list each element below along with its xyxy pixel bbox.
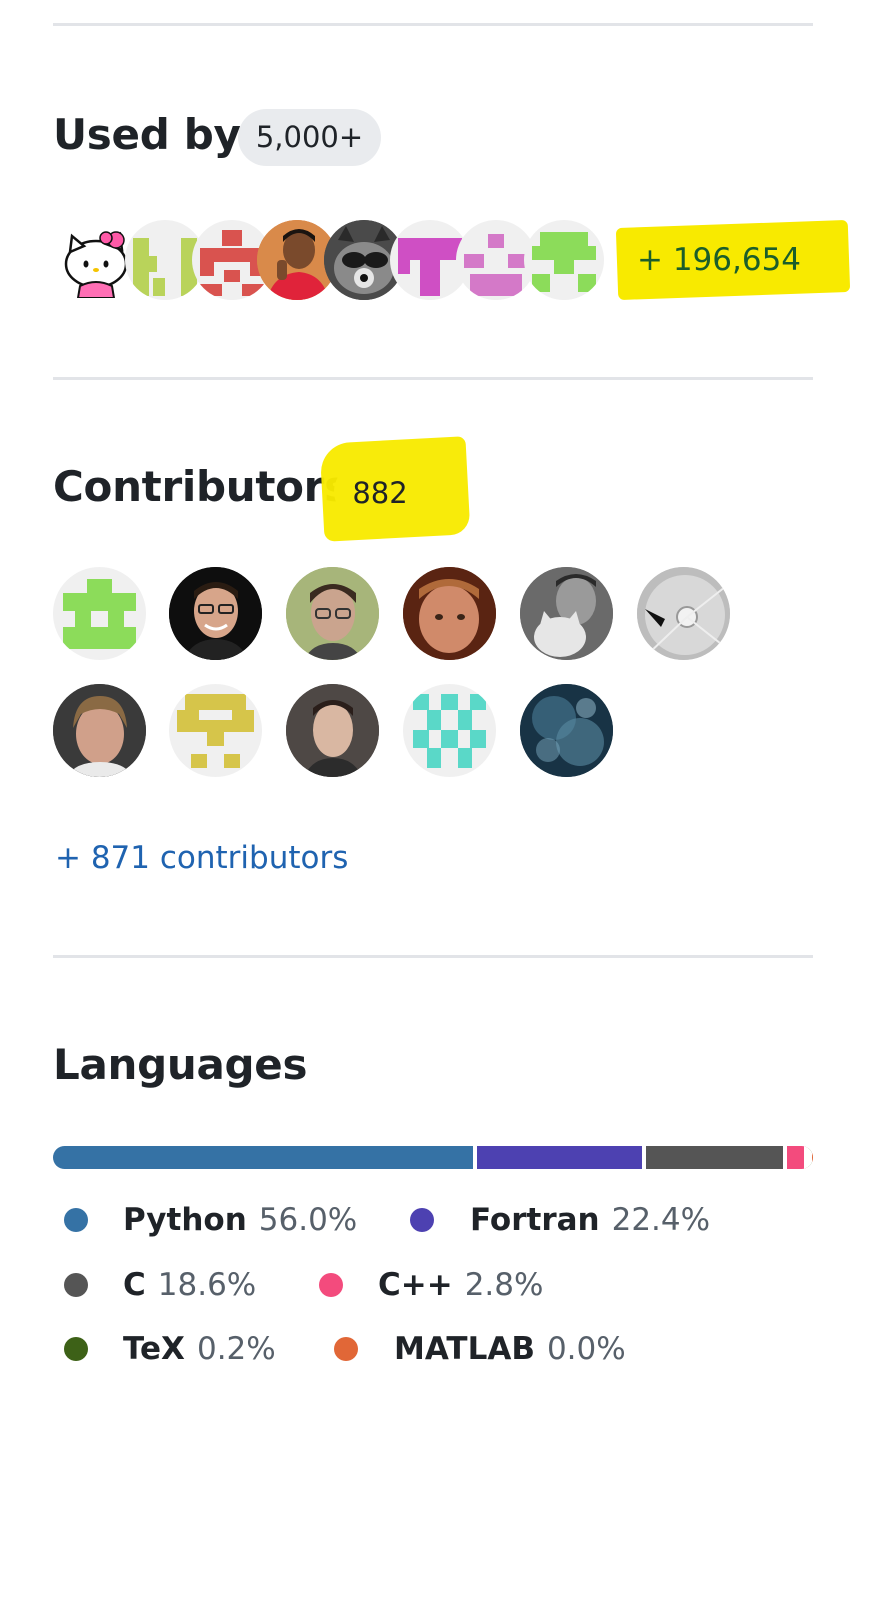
language-percent: 2.8% [464,1267,544,1303]
contributor-avatar-identicon-yellow[interactable] [169,684,262,777]
tex-color-dot [64,1337,88,1361]
contributor-avatar-abstract-grey[interactable] [637,567,730,660]
language-name: C [123,1267,146,1303]
fortran-color-dot [410,1208,434,1232]
language-name: Fortran [470,1202,600,1238]
language-c[interactable]: C 18.6% [64,1267,256,1303]
contributor-avatar-man-blond[interactable] [53,684,146,777]
more-contributors-link[interactable]: + 871 contributors [55,840,348,876]
used-by-counter: 5,000+ [238,109,381,166]
contributor-avatar-man[interactable] [403,567,496,660]
cpp-color-dot [319,1273,343,1297]
language-percent: 22.4% [611,1202,711,1238]
contributors-counter: 882 [352,476,408,510]
language-percent: 56.0% [258,1202,358,1238]
contributor-avatar-identicon-teal[interactable] [403,684,496,777]
language-name: MATLAB [394,1331,535,1367]
divider-top [53,23,813,26]
languages-title: Languages [53,1040,308,1089]
python-color-dot [64,1208,88,1232]
divider-used-by [53,377,813,380]
identicon-green-avatar[interactable] [524,220,604,300]
contributor-avatar-man-cat[interactable] [520,567,613,660]
c-color-dot [64,1273,88,1297]
language-bar-segment-c[interactable] [646,1146,788,1169]
language-bar-segment-cpp[interactable] [787,1146,809,1169]
language-name: C++ [378,1267,453,1303]
contributor-avatar-man-glasses-2[interactable] [286,567,379,660]
language-bar-segment-matlab[interactable] [812,1146,813,1169]
language-bar-segment-python[interactable] [53,1146,477,1169]
contributors-title[interactable]: Contributors [53,462,349,511]
language-tex[interactable]: TeX 0.2% [64,1331,276,1367]
language-percent: 0.0% [546,1331,626,1367]
contributor-avatar-man-dark[interactable] [286,684,379,777]
language-fortran[interactable]: Fortran 22.4% [410,1202,710,1238]
contributor-avatar-identicon-green[interactable] [53,567,146,660]
contributor-avatar-abstract-blue[interactable] [520,684,613,777]
language-cpp[interactable]: C++ 2.8% [319,1267,543,1303]
matlab-color-dot [334,1337,358,1361]
contributor-avatar-man-glasses[interactable] [169,567,262,660]
language-python[interactable]: Python 56.0% [64,1202,357,1238]
used-by-title[interactable]: Used by [53,110,241,159]
language-name: Python [123,1202,247,1238]
used-by-more-link[interactable]: + 196,654 [637,242,801,278]
language-matlab[interactable]: MATLAB 0.0% [334,1331,626,1367]
language-bar-segment-fortran[interactable] [476,1146,647,1169]
languages-progress-bar [53,1146,813,1169]
language-name: TeX [123,1331,185,1367]
divider-contributors [53,955,813,958]
language-percent: 18.6% [157,1267,257,1303]
language-percent: 0.2% [196,1331,276,1367]
